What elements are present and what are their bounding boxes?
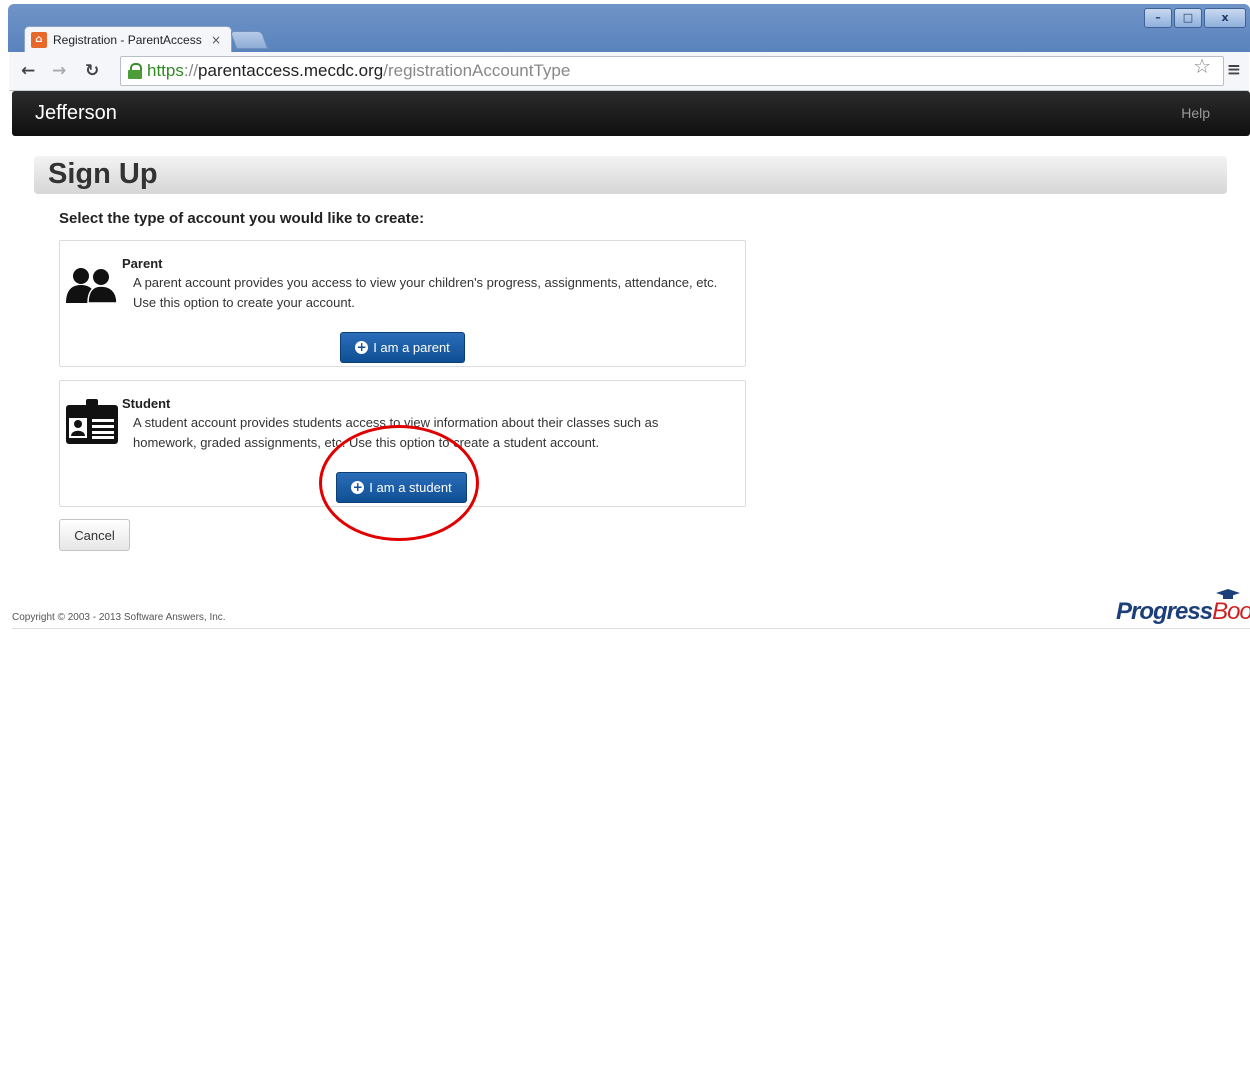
browser-toolbar: ← → ↻ https :// parentaccess.mecdc.org /… [9,52,1249,91]
window-controls: – □ x [1144,8,1246,28]
account-type-prompt: Select the type of account you would lik… [59,210,425,227]
parent-option-title: Parent [122,256,163,271]
logo-text-progress: Progress [1116,598,1213,625]
new-tab-button[interactable] [229,31,269,49]
back-arrow-icon[interactable]: ← [21,61,35,81]
url-scheme: https [147,61,184,80]
url-path: /registrationAccountType [383,61,571,80]
i-am-a-parent-label: I am a parent [373,340,450,355]
brand-name[interactable]: Jefferson [35,102,117,125]
page-title-bar: Sign Up [34,156,1227,194]
footer-divider [12,628,1250,629]
student-option-title: Student [122,396,171,411]
logo-wordmark: ProgressBook [1116,598,1250,626]
student-id-icon [65,398,119,450]
parent-option-card: Parent A parent account provides you acc… [59,240,746,367]
close-window-button[interactable]: x [1204,8,1246,28]
tab-close-icon[interactable]: × [211,33,221,47]
parent-description-line-1: A parent account provides you access to … [133,275,718,290]
reload-icon[interactable]: ↻ [85,61,99,81]
lock-icon [127,63,143,79]
app-header: Jefferson Help [12,91,1250,136]
url-host: parentaccess.mecdc.org [198,61,384,80]
address-bar[interactable]: https :// parentaccess.mecdc.org /regist… [120,56,1224,86]
copyright-text: Copyright © 2003 - 2013 Software Answers… [12,612,226,623]
parents-icon [65,267,119,308]
browser-tab[interactable]: ⌂ Registration - ParentAccess × [24,26,232,53]
plus-circle-icon: + [355,340,369,354]
parent-description-line-2: Use this option to create your account. [133,295,355,310]
browser-menu-icon[interactable]: ≡ [1227,60,1241,80]
url-separator: :// [183,61,199,80]
page-title: Sign Up [48,158,158,190]
student-description-line-1: A student account provides students acce… [133,415,659,430]
help-link[interactable]: Help [1181,105,1210,121]
minimize-button[interactable]: – [1144,8,1172,28]
i-am-a-parent-button[interactable]: + I am a parent [340,332,465,363]
red-annotation-circle [319,425,479,541]
forward-arrow-icon[interactable]: → [52,61,66,81]
tab-title: Registration - ParentAccess [53,33,202,47]
cancel-button[interactable]: Cancel [59,519,130,551]
logo-text-book: Book [1212,598,1250,625]
bookmark-star-icon[interactable]: ☆ [1193,54,1211,78]
maximize-button[interactable]: □ [1174,8,1202,28]
progressbook-logo: ProgressBook [1112,588,1250,630]
parent-option-description: A parent account provides you access to … [133,273,738,313]
favicon-icon: ⌂ [31,32,47,48]
